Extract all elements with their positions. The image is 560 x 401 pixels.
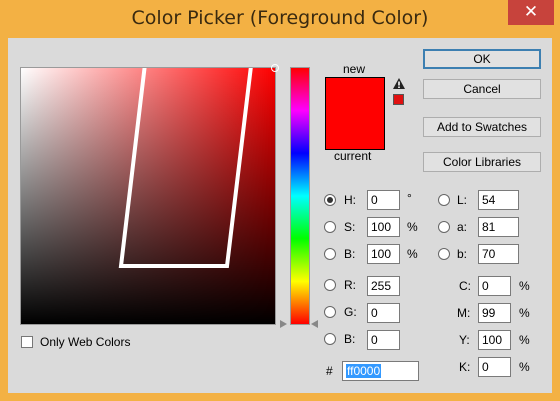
rgb-b-input[interactable]: 0 bbox=[367, 330, 400, 350]
l-input[interactable]: 54 bbox=[478, 190, 519, 210]
k-label: K: bbox=[459, 360, 471, 374]
hue-slider[interactable] bbox=[290, 67, 310, 325]
hex-input[interactable]: ff0000 bbox=[342, 361, 419, 381]
dialog-body: Only Web Colors new current OK Cancel Ad… bbox=[8, 38, 552, 393]
hex-value: ff0000 bbox=[346, 364, 382, 378]
b-unit: % bbox=[407, 247, 418, 261]
y-label: Y: bbox=[459, 333, 470, 347]
color-field-marker[interactable] bbox=[271, 64, 279, 72]
k-unit: % bbox=[519, 360, 530, 374]
g-input[interactable]: 0 bbox=[367, 303, 400, 323]
color-picker-window: Color Picker (Foreground Color) ✕ Only W… bbox=[0, 0, 560, 401]
l-radio[interactable] bbox=[438, 194, 450, 206]
lab-b-label: b: bbox=[457, 247, 468, 261]
only-web-colors-label: Only Web Colors bbox=[40, 335, 131, 349]
new-color-label: new bbox=[343, 62, 366, 76]
current-color-swatch[interactable] bbox=[325, 114, 385, 150]
h-input[interactable]: 0 bbox=[367, 190, 400, 210]
a-label: a: bbox=[457, 220, 468, 234]
h-label: H: bbox=[344, 193, 356, 207]
cancel-button[interactable]: Cancel bbox=[423, 79, 541, 99]
field-overlay bbox=[118, 68, 253, 268]
gamut-warning-swatch[interactable] bbox=[393, 94, 404, 105]
k-input[interactable]: 0 bbox=[478, 357, 511, 377]
lab-b-radio[interactable] bbox=[438, 248, 450, 260]
g-radio[interactable] bbox=[324, 306, 336, 318]
b-radio[interactable] bbox=[324, 248, 336, 260]
b-input[interactable]: 100 bbox=[367, 244, 400, 264]
b-label: B: bbox=[344, 247, 356, 261]
h-radio[interactable] bbox=[324, 194, 336, 206]
selection-highlight bbox=[118, 68, 253, 268]
window-title: Color Picker (Foreground Color) bbox=[131, 7, 429, 29]
color-field[interactable] bbox=[20, 64, 279, 325]
hue-slider-left-arrow[interactable] bbox=[280, 320, 287, 328]
c-input[interactable]: 0 bbox=[478, 276, 511, 296]
c-unit: % bbox=[519, 279, 530, 293]
a-radio[interactable] bbox=[438, 221, 450, 233]
a-input[interactable]: 81 bbox=[478, 217, 519, 237]
m-label: M: bbox=[457, 306, 471, 320]
close-button[interactable]: ✕ bbox=[508, 0, 554, 25]
r-label: R: bbox=[344, 278, 356, 292]
warning-triangle-icon[interactable] bbox=[393, 78, 405, 90]
ok-button[interactable]: OK bbox=[423, 49, 541, 69]
h-unit: ° bbox=[407, 191, 412, 205]
y-input[interactable]: 100 bbox=[478, 330, 511, 350]
hue-slider-right-arrow[interactable] bbox=[311, 320, 318, 328]
title-bar[interactable]: Color Picker (Foreground Color) ✕ bbox=[0, 0, 560, 38]
m-input[interactable]: 99 bbox=[478, 303, 511, 323]
close-icon: ✕ bbox=[523, 2, 539, 21]
m-unit: % bbox=[519, 306, 530, 320]
s-radio[interactable] bbox=[324, 221, 336, 233]
c-label: C: bbox=[459, 279, 471, 293]
s-unit: % bbox=[407, 220, 418, 234]
r-input[interactable]: 255 bbox=[367, 276, 400, 296]
r-radio[interactable] bbox=[324, 279, 336, 291]
hex-label: # bbox=[326, 364, 333, 378]
color-libraries-button[interactable]: Color Libraries bbox=[423, 152, 541, 172]
s-input[interactable]: 100 bbox=[367, 217, 400, 237]
l-label: L: bbox=[457, 193, 468, 207]
lab-b-input[interactable]: 70 bbox=[478, 244, 519, 264]
new-color-swatch bbox=[325, 77, 385, 114]
g-label: G: bbox=[344, 305, 357, 319]
add-to-swatches-button[interactable]: Add to Swatches bbox=[423, 117, 541, 137]
only-web-colors-checkbox[interactable] bbox=[21, 336, 33, 348]
s-label: S: bbox=[344, 220, 356, 234]
rgb-b-radio[interactable] bbox=[324, 333, 336, 345]
rgb-b-label: B: bbox=[344, 332, 356, 346]
y-unit: % bbox=[519, 333, 530, 347]
current-color-label: current bbox=[334, 149, 372, 163]
